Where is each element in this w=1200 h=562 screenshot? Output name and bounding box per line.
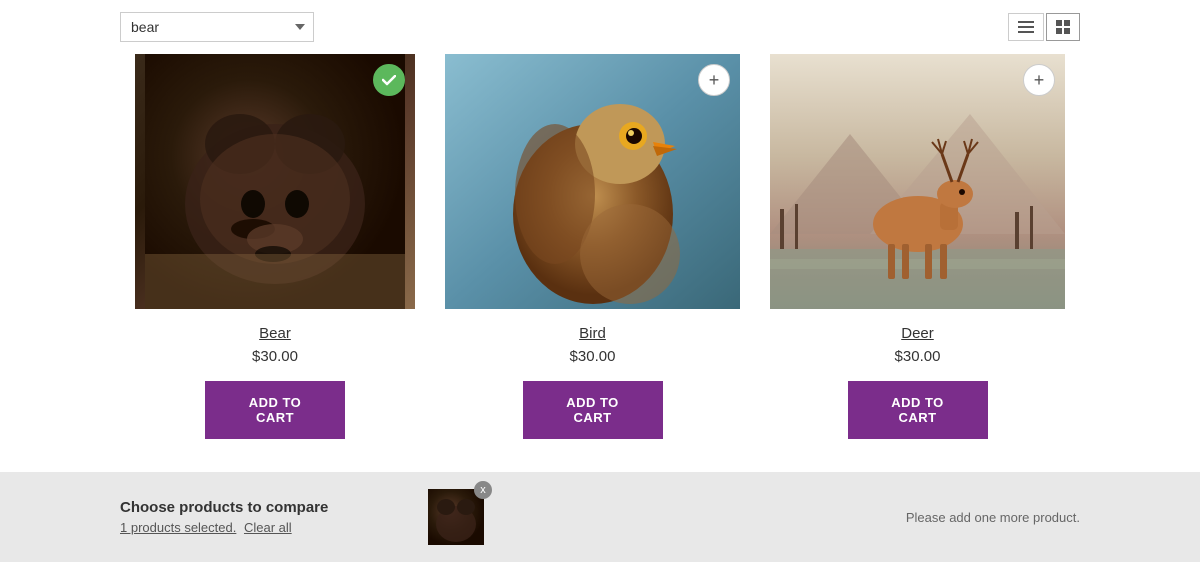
compare-bar-text: Choose products to compare 1 products se… — [120, 499, 408, 535]
page-wrapper: bear Sort by popularity Sort by average … — [0, 0, 1200, 562]
product-name-deer[interactable]: Deer — [901, 325, 934, 342]
clear-all-link[interactable]: Clear all — [244, 520, 292, 535]
list-icon — [1018, 21, 1034, 33]
compare-thumb-bear: x — [428, 489, 484, 545]
product-price-bear: $30.00 — [252, 348, 298, 365]
product-image-wrap-bird: + — [445, 54, 740, 309]
product-image-wrap-bear — [135, 54, 415, 309]
sort-select[interactable]: bear Sort by popularity Sort by average … — [120, 12, 314, 42]
bird-image — [445, 54, 740, 309]
deer-image — [770, 54, 1065, 309]
bear-svg — [145, 54, 405, 309]
product-card-deer: + Deer $30.00 ADD TO CART — [755, 54, 1080, 459]
grid-icon — [1056, 20, 1070, 34]
plus-icon-deer: + — [1034, 71, 1045, 89]
compare-count-label: 1 products selected. — [120, 520, 236, 535]
product-card-bear: Bear $30.00 ADD TO CART — [120, 54, 430, 459]
plus-icon: + — [709, 71, 720, 89]
add-to-cart-deer-button[interactable]: ADD TO CART — [848, 381, 988, 439]
checkmark-icon — [382, 75, 396, 86]
compare-thumb-bear-svg — [428, 489, 484, 545]
compare-bar-message: Please add one more product. — [504, 510, 1080, 525]
product-name-bird[interactable]: Bird — [579, 325, 606, 342]
compare-bar: Choose products to compare 1 products se… — [0, 472, 1200, 562]
toolbar: bear Sort by popularity Sort by average … — [0, 0, 1200, 54]
compare-bird-button[interactable]: + — [698, 64, 730, 96]
compare-bar-subtitle: 1 products selected. Clear all — [120, 520, 408, 535]
product-name-bear[interactable]: Bear — [259, 325, 291, 342]
view-buttons — [1008, 13, 1080, 41]
products-grid: Bear $30.00 ADD TO CART — [0, 54, 1200, 459]
list-view-button[interactable] — [1008, 13, 1044, 41]
product-image-wrap-deer: + — [770, 54, 1065, 309]
compare-thumb-remove-button[interactable]: x — [474, 481, 492, 499]
bird-svg — [445, 54, 740, 309]
bear-image — [135, 54, 415, 309]
add-to-cart-bear-button[interactable]: ADD TO CART — [205, 381, 345, 439]
product-price-bird: $30.00 — [570, 348, 616, 365]
compare-bear-button[interactable] — [373, 64, 405, 96]
product-card-bird: + Bird $30.00 ADD TO CART — [430, 54, 755, 459]
grid-view-button[interactable] — [1046, 13, 1080, 41]
add-to-cart-bird-button[interactable]: ADD TO CART — [523, 381, 663, 439]
compare-thumb-image — [428, 489, 484, 545]
compare-deer-button[interactable]: + — [1023, 64, 1055, 96]
deer-svg — [770, 54, 1065, 309]
compare-bar-title: Choose products to compare — [120, 499, 408, 516]
product-price-deer: $30.00 — [895, 348, 941, 365]
